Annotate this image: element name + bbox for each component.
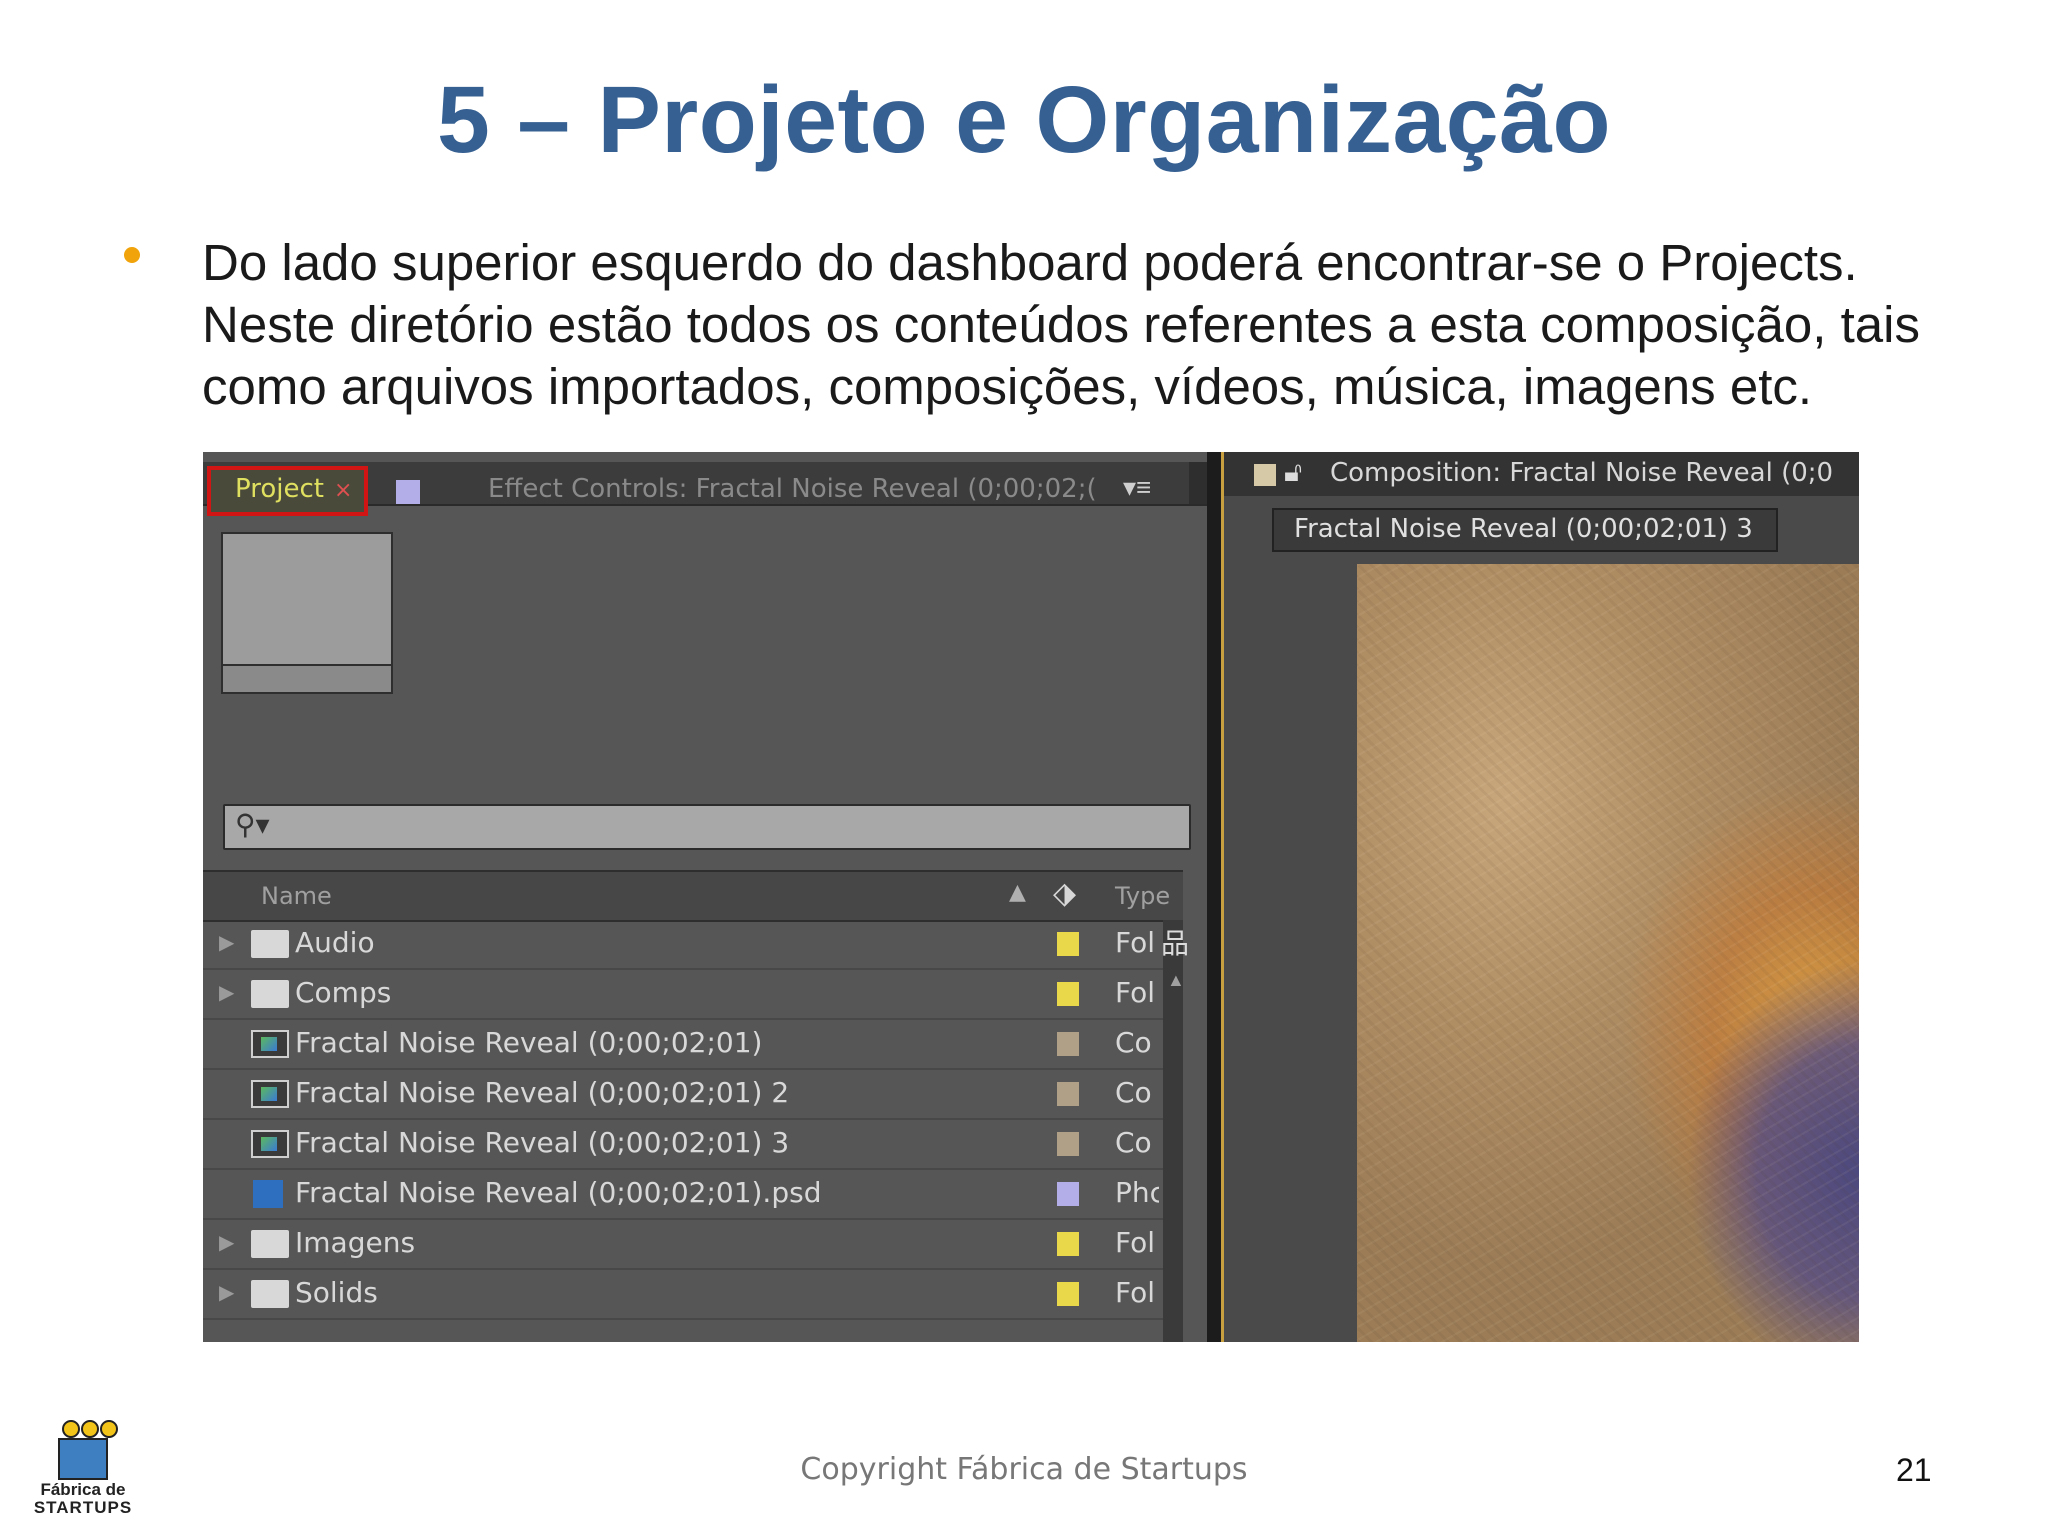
expand-arrow-icon[interactable]: ▶ [219, 980, 234, 1004]
item-name: Solids [295, 1276, 378, 1309]
item-type: Phc [1115, 1176, 1159, 1209]
bullet-point [124, 247, 140, 263]
composition-title[interactable]: Composition: Fractal Noise Reveal (0;0 [1330, 458, 1833, 488]
column-header: Name ▲ ⬗ Type [203, 870, 1183, 922]
composition-icon [251, 1030, 289, 1058]
label-color-swatch[interactable] [1057, 932, 1079, 956]
expand-arrow-icon[interactable]: ▶ [219, 1280, 234, 1304]
list-item[interactable]: Fractal Noise Reveal (0;00;02;01).psd Phc [203, 1170, 1183, 1220]
tab-project[interactable]: Project × [207, 466, 368, 516]
item-name: Fractal Noise Reveal (0;00;02;01) 2 [295, 1076, 790, 1109]
expand-arrow-icon[interactable]: ▶ [219, 1230, 234, 1254]
search-icon[interactable]: ⚲▾ [235, 808, 270, 841]
label-tag-icon[interactable]: ⬗ [1053, 876, 1076, 911]
item-name: Fractal Noise Reveal (0;00;02;01) [295, 1026, 763, 1059]
bullet-line-1: Do lado superior esquerdo do dashboard p… [202, 234, 1858, 291]
logo-text-line2: STARTUPS [33, 1498, 133, 1517]
sort-ascending-icon[interactable]: ▲ [1009, 880, 1026, 905]
page-number: 21 [1896, 1452, 1932, 1488]
item-name: Comps [295, 976, 392, 1009]
photoshop-file-icon [253, 1180, 283, 1208]
list-item[interactable]: Fractal Noise Reveal (0;00;02;01) 2 Co [203, 1070, 1183, 1120]
label-color-swatch[interactable] [1057, 1082, 1079, 1106]
project-items-list: ▶ Audio Fol ▶ Comps Fol Fractal Noise Reveal (… [203, 920, 1183, 1320]
column-name[interactable]: Name [261, 882, 332, 910]
label-swatch [1254, 464, 1276, 486]
footer-copyright: Copyright Fábrica de Startups [800, 1452, 1248, 1487]
composition-panel: 🔓︎ Composition: Fractal Noise Reveal (0;… [1221, 452, 1859, 1342]
label-color-swatch[interactable] [1057, 1232, 1079, 1256]
list-item[interactable]: ▶ Solids Fol [203, 1270, 1183, 1320]
bullet-line-2: Neste diretório estão todos os conteúdos… [202, 296, 1920, 353]
close-icon[interactable]: × [334, 478, 352, 503]
item-name: Fractal Noise Reveal (0;00;02;01).psd [295, 1176, 822, 1209]
label-color-swatch[interactable] [1057, 1132, 1079, 1156]
item-type: Fol [1115, 1276, 1156, 1309]
folder-icon [251, 930, 289, 958]
lock-icon[interactable]: 🔓︎ [1284, 456, 1302, 489]
item-type: Fol [1115, 976, 1156, 1009]
expand-arrow-icon[interactable]: ▶ [219, 930, 234, 954]
folder-icon [251, 1280, 289, 1308]
item-name: Fractal Noise Reveal (0;00;02;01) 3 [295, 1126, 790, 1159]
list-item[interactable]: Fractal Noise Reveal (0;00;02;01) 3 Co [203, 1120, 1183, 1170]
tab-effect-controls[interactable]: Effect Controls: Fractal Noise Reveal (0… [488, 474, 1097, 504]
composition-icon [251, 1130, 289, 1158]
slide-title: 5 – Projeto e Organização [436, 67, 1612, 173]
item-type: Co [1115, 1026, 1152, 1059]
column-type[interactable]: Type [1115, 882, 1170, 910]
list-item[interactable]: ▶ Imagens Fol [203, 1220, 1183, 1270]
tab-project-label: Project [235, 474, 324, 504]
panel-menu-icon[interactable]: ▾≡ [1123, 472, 1151, 503]
list-item[interactable]: ▶ Comps Fol [203, 970, 1183, 1020]
composition-tab[interactable]: Fractal Noise Reveal (0;00;02;01) 3 [1272, 508, 1778, 552]
list-item[interactable]: Fractal Noise Reveal (0;00;02;01) Co [203, 1020, 1183, 1070]
panel-divider[interactable] [1207, 452, 1221, 1342]
folder-icon [251, 980, 289, 1008]
item-name: Imagens [295, 1226, 416, 1259]
thumbnail-caption-bar [223, 664, 391, 692]
flowchart-icon[interactable]: 品 [1161, 922, 1189, 962]
bullet-text: Do lado superior esquerdo do dashboard p… [202, 232, 1982, 418]
project-panel: Project × Effect Controls: Fractal Noise … [203, 452, 1211, 1342]
composition-header: 🔓︎ Composition: Fractal Noise Reveal (0;… [1224, 452, 1859, 496]
viewer-texture [1357, 564, 1859, 1342]
composition-viewer[interactable] [1357, 564, 1859, 1342]
list-item[interactable]: ▶ Audio Fol [203, 920, 1183, 970]
preview-thumbnail [221, 532, 393, 694]
label-color-swatch[interactable] [1057, 1282, 1079, 1306]
item-type: Co [1115, 1076, 1152, 1109]
folder-icon [251, 1230, 289, 1258]
item-type: Fol [1115, 1226, 1156, 1259]
item-type: Fol [1115, 926, 1156, 959]
label-swatch [396, 480, 420, 504]
label-color-swatch[interactable] [1057, 982, 1079, 1006]
item-name: Audio [295, 926, 375, 959]
label-color-swatch[interactable] [1057, 1182, 1079, 1206]
composition-icon [251, 1080, 289, 1108]
search-input[interactable]: ⚲▾ [223, 804, 1191, 850]
label-color-swatch[interactable] [1057, 1032, 1079, 1056]
after-effects-screenshot: Project × Effect Controls: Fractal Noise … [203, 452, 1859, 1342]
bullet-line-3: como arquivos importados, composições, v… [202, 358, 1813, 415]
scroll-up-icon[interactable]: ▲ [1167, 970, 1185, 991]
item-type: Co [1115, 1126, 1152, 1159]
